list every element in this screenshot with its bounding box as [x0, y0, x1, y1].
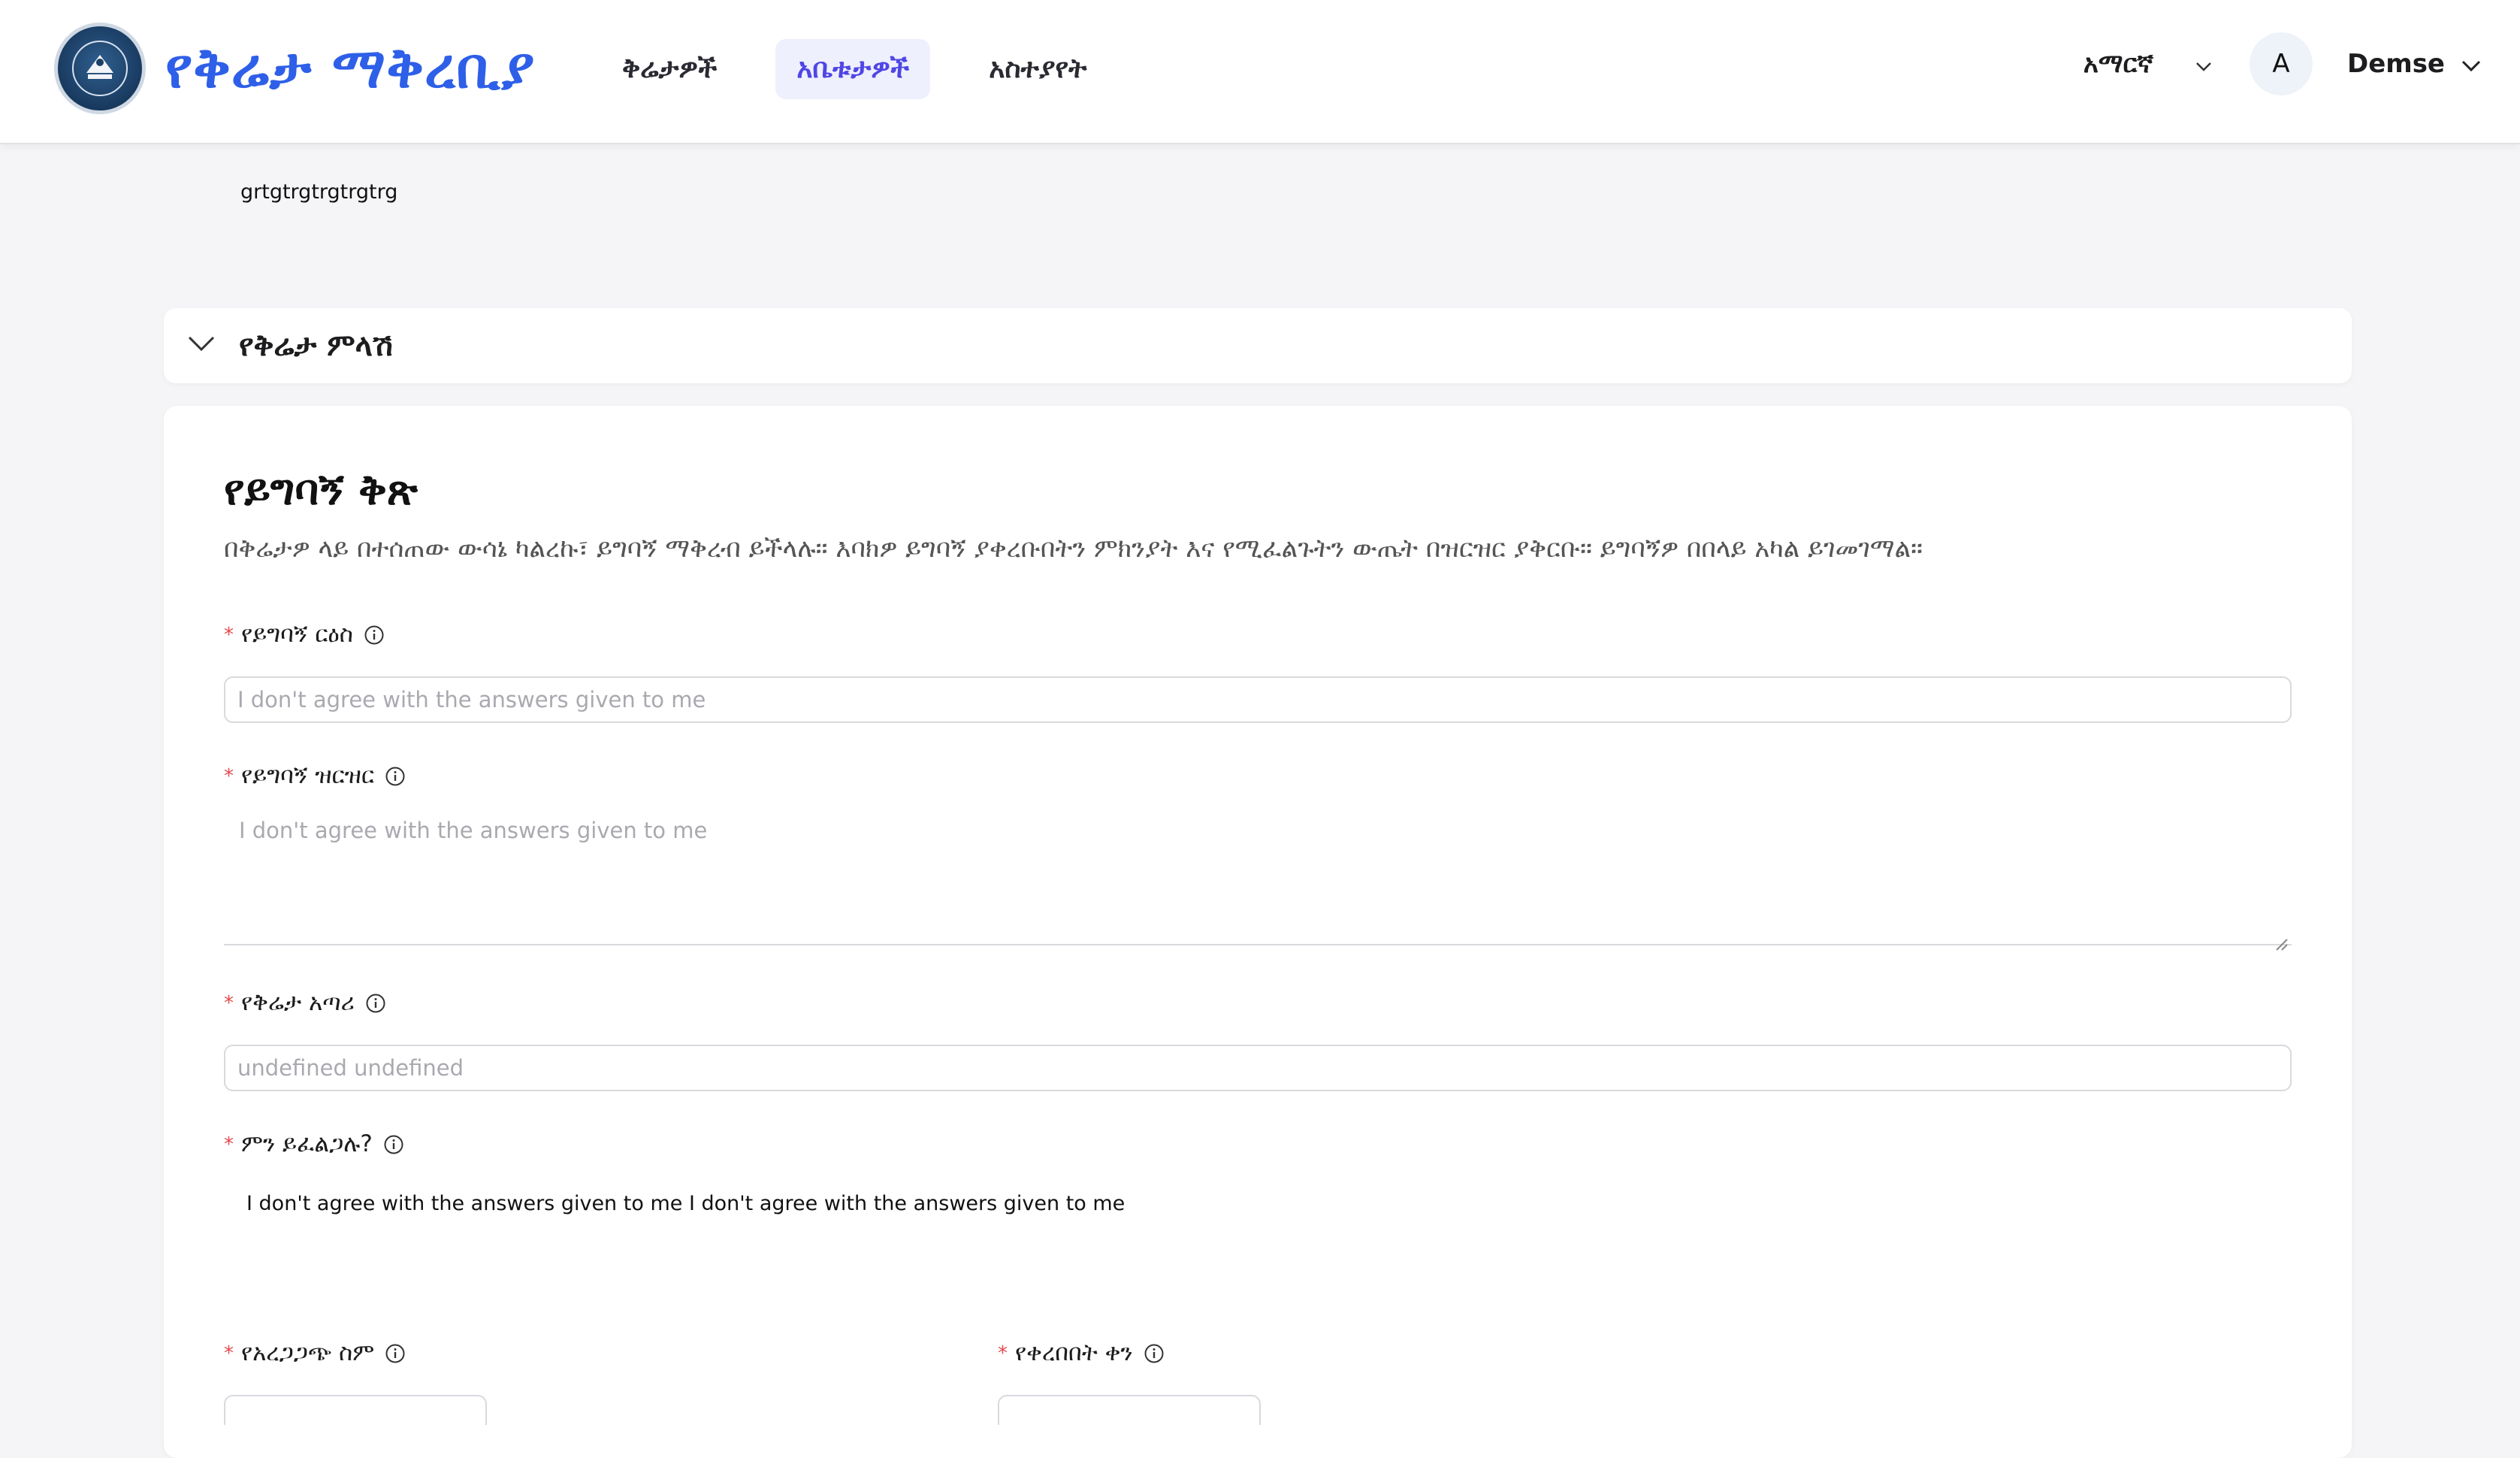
- top-header: የቅሬታ ማቅረቢያ ቅሬታዎች አቤቱታዎች አስተያየት አማርኛ A De…: [0, 0, 2520, 144]
- appeal-title-label: * የይግባኝ ርዕስ: [224, 621, 385, 649]
- user-name: Demse: [2346, 49, 2445, 79]
- required-mark: *: [224, 1133, 234, 1156]
- main-nav: ቅሬታዎች አቤቱታዎች አስተያየት: [601, 39, 1145, 99]
- appeal-form-card: የይግባኝ ቅጽ በቅሬታዎ ላይ በተሰጠው ውሳኔ ካልረኩ፣ ይግባኝ ማ…: [164, 406, 2352, 1458]
- submitted-date-input[interactable]: [998, 1395, 1261, 1425]
- required-mark: *: [224, 1342, 234, 1365]
- previous-response-text: grtgtrgtrgtrgtrg: [240, 180, 398, 204]
- language-label: አማርኛ: [2083, 49, 2153, 79]
- label-text: የይግባኝ ርዕስ: [241, 621, 353, 648]
- form-title: የይግባኝ ቅጽ: [224, 466, 418, 515]
- required-mark: *: [224, 991, 234, 1015]
- desired-outcome-value: I don't agree with the answers given to …: [246, 1192, 1126, 1215]
- info-icon[interactable]: [1144, 1343, 1165, 1364]
- avatar[interactable]: A: [2249, 32, 2313, 95]
- submitted-date-label: * የቀረበበት ቀን: [998, 1339, 1165, 1367]
- label-text: የይግባኝ ዝርዝር: [241, 762, 375, 789]
- logo[interactable]: የቅሬታ ማቅረቢያ: [54, 23, 535, 114]
- accordion-title: የቅሬታ ምላሽ: [239, 328, 393, 363]
- label-text: ምን ይፈልጋሉ?: [241, 1130, 373, 1157]
- nav-complaints[interactable]: ቅሬታዎች: [601, 39, 738, 99]
- form-description: በቅሬታዎ ላይ በተሰጠው ውሳኔ ካልረኩ፣ ይግባኝ ማቅረብ ይችላሉ።…: [224, 534, 1923, 564]
- appeal-detail-label: * የይግባኝ ዝርዝር: [224, 762, 406, 790]
- verifier-name-label: * የአረጋጋጭ ስም: [224, 1339, 406, 1367]
- verifier-name-input[interactable]: [224, 1395, 487, 1425]
- chevron-down-icon: [186, 334, 216, 357]
- chevron-down-icon: [2195, 49, 2212, 79]
- chevron-down-icon: [2461, 49, 2481, 79]
- resize-handle-icon[interactable]: [2274, 936, 2289, 954]
- nav-feedback[interactable]: አስተያየት: [968, 39, 1107, 99]
- info-icon[interactable]: [383, 1134, 404, 1155]
- required-mark: *: [224, 623, 234, 646]
- info-icon[interactable]: [385, 766, 406, 787]
- label-text: የአረጋጋጭ ስም: [241, 1339, 375, 1366]
- app-title: የቅሬታ ማቅረቢያ: [165, 35, 536, 101]
- header-actions: አማርኛ A Demse: [2083, 30, 2481, 98]
- nav-petitions[interactable]: አቤቱታዎች: [775, 39, 931, 99]
- complainant-label: * የቅሬታ አጣሪ: [224, 989, 386, 1017]
- required-mark: *: [224, 764, 234, 788]
- appeal-title-input[interactable]: [224, 676, 2292, 723]
- info-icon[interactable]: [365, 993, 386, 1014]
- user-menu[interactable]: Demse: [2347, 49, 2481, 79]
- info-icon[interactable]: [364, 625, 385, 646]
- appeal-detail-textarea[interactable]: [224, 807, 2292, 945]
- info-icon[interactable]: [385, 1343, 406, 1364]
- label-text: የቅሬታ አጣሪ: [241, 989, 355, 1016]
- required-mark: *: [998, 1342, 1008, 1365]
- emblem-icon: [54, 23, 146, 114]
- label-text: የቀረበበት ቀን: [1015, 1339, 1133, 1366]
- language-selector[interactable]: አማርኛ: [2083, 49, 2212, 79]
- complainant-input[interactable]: [224, 1045, 2292, 1091]
- complaint-response-accordion[interactable]: የቅሬታ ምላሽ: [164, 308, 2352, 383]
- desired-outcome-label: * ምን ይፈልጋሉ?: [224, 1130, 404, 1158]
